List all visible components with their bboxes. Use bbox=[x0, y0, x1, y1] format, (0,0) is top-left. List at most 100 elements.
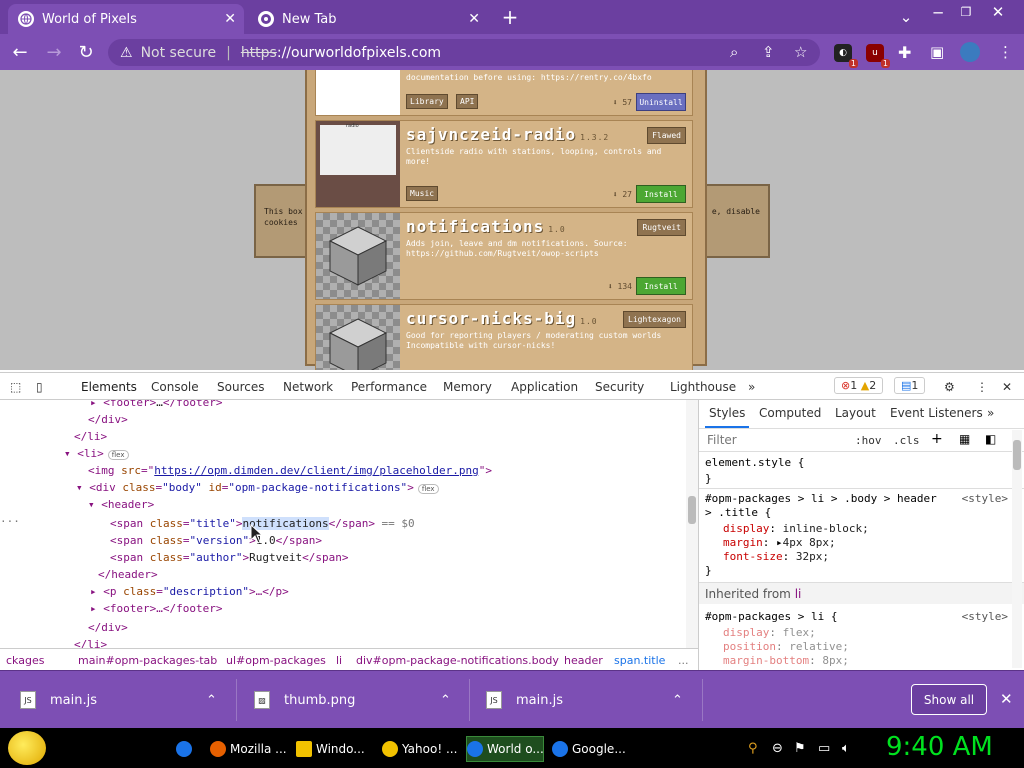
styles-scrollbar[interactable] bbox=[1012, 430, 1022, 668]
zoom-icon[interactable]: ⌕ bbox=[730, 43, 738, 61]
new-tab-button[interactable]: + bbox=[500, 5, 520, 29]
package-tag[interactable]: Music bbox=[406, 186, 439, 201]
breadcrumb-item[interactable]: div#opm-package-notifications.body bbox=[356, 654, 559, 667]
dom-node[interactable]: </div> bbox=[88, 619, 128, 636]
hov-toggle[interactable]: :hov bbox=[855, 434, 882, 447]
element-style-selector[interactable]: element.style { bbox=[705, 456, 804, 469]
warning-triangle-icon[interactable]: ⚠ bbox=[120, 45, 133, 61]
window-close-icon[interactable]: ✕ bbox=[988, 3, 1008, 21]
dom-node[interactable]: </li> bbox=[74, 428, 107, 445]
tab-sources[interactable]: Sources bbox=[217, 380, 264, 394]
kebab-menu-icon[interactable]: ⋮ bbox=[998, 43, 1013, 61]
taskbar-mozilla[interactable]: Mozilla ... bbox=[210, 736, 286, 762]
install-button[interactable]: Install bbox=[636, 277, 686, 295]
tab-search-chevron-icon[interactable]: ⌄ bbox=[896, 8, 916, 26]
rule-selector[interactable]: #opm-packages > li { bbox=[705, 610, 837, 623]
package-author[interactable]: Rugtveit bbox=[637, 219, 686, 236]
tray-flag-icon[interactable]: ⚑ bbox=[794, 741, 806, 756]
css-declaration[interactable]: margin: ▸4px 8px; bbox=[723, 536, 836, 549]
tab-console[interactable]: Console bbox=[151, 380, 199, 394]
package-tag[interactable]: Library bbox=[406, 94, 448, 109]
dom-node[interactable]: </div> bbox=[88, 411, 128, 428]
issue-counters[interactable]: ⊗1 ▲2 bbox=[834, 377, 884, 394]
close-tab-icon[interactable]: ✕ bbox=[468, 11, 480, 27]
forward-arrow-icon[interactable]: → bbox=[44, 42, 64, 63]
download-chevron-icon[interactable]: ⌃ bbox=[672, 693, 683, 708]
taskbar-world-of-pixels[interactable]: World o... bbox=[466, 736, 544, 762]
profile-avatar[interactable] bbox=[960, 42, 980, 62]
rule-selector-cont[interactable]: > .title { bbox=[705, 506, 771, 519]
breadcrumb-item[interactable]: header bbox=[564, 654, 603, 667]
download-chevron-icon[interactable]: ⌃ bbox=[206, 693, 217, 708]
tab-event-listeners[interactable]: Event Listeners bbox=[890, 406, 983, 420]
more-tabs-icon[interactable]: » bbox=[748, 380, 755, 394]
devtools-menu-icon[interactable]: ⋮ bbox=[976, 380, 988, 394]
elements-scrollbar[interactable] bbox=[686, 400, 698, 648]
package-tag[interactable]: API bbox=[456, 94, 479, 109]
taskbar-chrome[interactable] bbox=[176, 736, 196, 762]
dom-node[interactable]: </li> bbox=[74, 636, 107, 648]
bookmark-star-icon[interactable]: ☆ bbox=[794, 43, 807, 61]
restore-icon[interactable]: ❐ bbox=[956, 3, 976, 21]
new-rule-plus-icon[interactable]: + bbox=[931, 431, 943, 447]
download-item[interactable]: ▨ thumb.png ⌃ bbox=[254, 671, 464, 729]
breadcrumb-item[interactable]: ckages bbox=[6, 654, 44, 667]
package-author[interactable]: Lightexagon bbox=[623, 311, 686, 328]
tab-security[interactable]: Security bbox=[595, 380, 644, 394]
tray-volume-icon[interactable]: 🔈︎ bbox=[842, 741, 850, 756]
tray-minus-icon[interactable]: ⊖ bbox=[772, 741, 783, 756]
download-item[interactable]: JS main.js ⌃ bbox=[20, 671, 230, 729]
rule-source-link[interactable]: <style> bbox=[962, 610, 1008, 623]
dom-node[interactable]: ▸ <p class="description">…</p> bbox=[90, 583, 289, 600]
dom-node[interactable]: ▸ <footer>…</footer> bbox=[90, 600, 222, 617]
settings-gear-icon[interactable]: ⚙ bbox=[944, 380, 955, 394]
rule-source-link[interactable]: <style> bbox=[962, 492, 1008, 505]
share-icon[interactable]: ⇪ bbox=[762, 43, 775, 61]
tab-lighthouse[interactable]: Lighthouse bbox=[670, 380, 736, 394]
more-panes-icon[interactable]: » bbox=[987, 406, 994, 420]
breadcrumb-item[interactable]: main#opm-packages-tab bbox=[78, 654, 217, 667]
dom-node[interactable]: ▸ <footer>…</footer> bbox=[90, 400, 222, 411]
tray-network-icon[interactable]: ▭ bbox=[818, 741, 830, 756]
side-panel-icon[interactable]: ▣ bbox=[930, 43, 944, 61]
dom-node[interactable]: ▾ <li> flex bbox=[64, 445, 129, 462]
breadcrumb-item[interactable]: ul#opm-packages bbox=[226, 654, 326, 667]
inspect-element-icon[interactable]: ⬚ bbox=[10, 380, 21, 394]
rule-selector[interactable]: #opm-packages > li > .body > header bbox=[705, 492, 937, 505]
css-declaration-inactive[interactable]: display: flex; bbox=[723, 626, 816, 639]
close-downloads-icon[interactable]: ✕ bbox=[1000, 690, 1013, 708]
filter-input[interactable]: Filter bbox=[707, 433, 737, 447]
sidebar-toggle-icon[interactable]: ◧ bbox=[985, 432, 996, 446]
tab-styles[interactable]: Styles bbox=[704, 406, 750, 428]
breadcrumb-item[interactable]: li bbox=[336, 654, 342, 667]
dom-node[interactable]: <span class="version">1.0</span> bbox=[110, 532, 322, 549]
breadcrumb-more[interactable]: ... bbox=[678, 654, 689, 667]
search-key-icon[interactable]: ⚲ bbox=[748, 741, 758, 756]
device-toolbar-icon[interactable]: ▯ bbox=[36, 380, 43, 394]
dom-node[interactable]: <span class="author">Rugtveit</span> bbox=[110, 549, 348, 566]
minimize-icon[interactable]: ─ bbox=[928, 4, 948, 22]
uninstall-button[interactable]: Uninstall bbox=[636, 93, 686, 111]
tab-memory[interactable]: Memory bbox=[443, 380, 492, 394]
dom-node[interactable]: <img src="https://opm.dimden.dev/client/… bbox=[88, 462, 492, 479]
start-smiley-icon[interactable] bbox=[8, 731, 46, 765]
tab-application[interactable]: Application bbox=[511, 380, 578, 394]
css-declaration[interactable]: font-size: 32px; bbox=[723, 550, 829, 563]
tab-elements[interactable]: Elements bbox=[75, 380, 143, 402]
cls-toggle[interactable]: .cls bbox=[893, 434, 920, 447]
dom-node[interactable]: </header> bbox=[98, 566, 158, 583]
tab-network[interactable]: Network bbox=[283, 380, 333, 394]
breadcrumb-item-active[interactable]: span.title bbox=[614, 654, 665, 667]
tab-layout[interactable]: Layout bbox=[835, 406, 876, 420]
taskbar-yahoo[interactable]: Yahoo! ... bbox=[382, 736, 458, 762]
tab-world-of-pixels[interactable]: World of Pixels ✕ bbox=[8, 4, 244, 34]
extension-icon[interactable]: ◐ 1 bbox=[834, 44, 858, 68]
install-button[interactable]: Install bbox=[636, 185, 686, 203]
back-arrow-icon[interactable]: ← bbox=[10, 42, 30, 63]
address-bar[interactable]: ⚠ Not secure | https ://ourworldofpixels… bbox=[108, 39, 820, 66]
taskbar-windows[interactable]: Windo... bbox=[296, 736, 370, 762]
css-declaration[interactable]: display: inline-block; bbox=[723, 522, 869, 535]
show-all-button[interactable]: Show all bbox=[911, 684, 987, 715]
package-author[interactable]: Flawed bbox=[647, 127, 686, 144]
download-item[interactable]: JS main.js ⌃ bbox=[486, 671, 696, 729]
